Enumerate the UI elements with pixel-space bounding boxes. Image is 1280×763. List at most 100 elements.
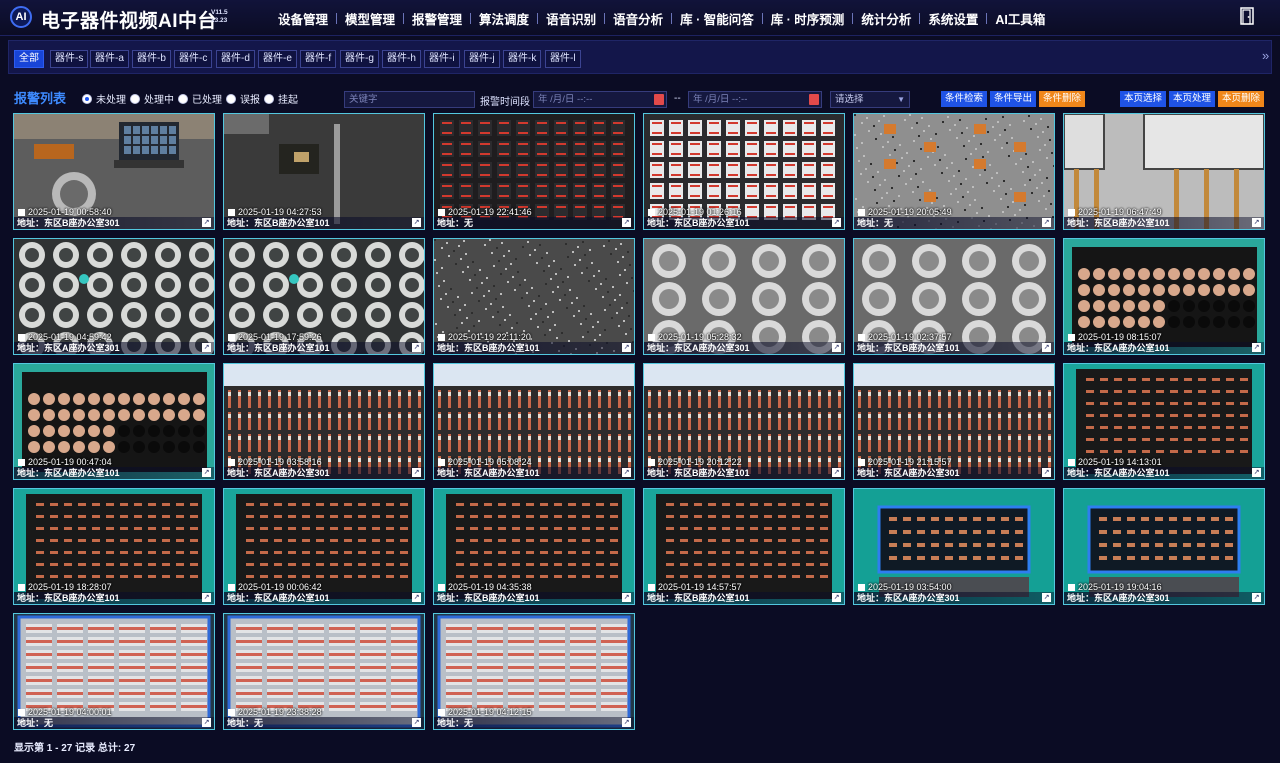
alarm-card[interactable]: 2025-01-19 04:35:38 地址：东区B座办公室101 ↗ [433,488,635,605]
alarm-card[interactable]: 2025-01-19 06:47:49 地址：东区B座办公室101 ↗ [1063,113,1265,230]
process-page-button[interactable]: 本页处理 [1169,91,1216,107]
expand-icon[interactable]: ↗ [202,343,211,352]
select-checkbox-icon[interactable] [228,708,235,716]
chip-device-d[interactable]: 器件-d [216,50,255,68]
select-checkbox-icon[interactable] [18,583,25,591]
alarm-card[interactable]: 2025-01-19 04:27:53 地址：东区B座办公室101 ↗ [223,113,425,230]
expand-icon[interactable]: ↗ [1252,218,1261,227]
select-checkbox-icon[interactable] [1068,458,1075,466]
alarm-card[interactable]: 2025-01-19 00:06:42 地址：东区A座办公室101 ↗ [223,488,425,605]
expand-icon[interactable]: ↗ [202,718,211,727]
select-checkbox-icon[interactable] [438,583,445,591]
nav-library-forecast[interactable]: 库 · 时序预测 [763,9,853,28]
expand-icon[interactable]: ↗ [832,343,841,352]
search-button[interactable]: 条件检索 [941,91,988,107]
select-checkbox-icon[interactable] [228,458,235,466]
alarm-card[interactable]: 2025-01-19 04:00:01 地址：无 ↗ [13,613,215,730]
chip-device-f[interactable]: 器件-f [300,50,337,68]
alarm-card[interactable]: 2025-01-19 14:57:57 地址：东区B座办公室101 ↗ [643,488,845,605]
select-checkbox-icon[interactable] [18,208,25,216]
nav-alarm-management[interactable]: 报警管理 [404,9,470,28]
chevron-double-right-icon[interactable]: » [1262,48,1269,63]
expand-icon[interactable]: ↗ [622,218,631,227]
expand-icon[interactable]: ↗ [1042,468,1051,477]
nav-system-settings[interactable]: 系统设置 [920,9,986,28]
nav-ai-toolbox[interactable]: AI工具箱 [987,9,1053,28]
expand-icon[interactable]: ↗ [1252,468,1261,477]
nav-library-qa[interactable]: 库 · 智能问答 [672,9,762,28]
alarm-card[interactable]: 2025-01-19 20:05:49 地址：无 ↗ [853,113,1055,230]
alarm-card[interactable]: 2025-01-19 22:11:20 地址：东区B座办公室101 ↗ [433,238,635,355]
status-radio-unhandled[interactable]: 未处理 [82,91,126,106]
select-checkbox-icon[interactable] [648,458,655,466]
nav-model-management[interactable]: 模型管理 [337,9,403,28]
select-checkbox-icon[interactable] [648,333,655,341]
select-checkbox-icon[interactable] [438,708,445,716]
select-checkbox-icon[interactable] [648,208,655,216]
expand-icon[interactable]: ↗ [1042,593,1051,602]
alarm-card[interactable]: 2025-01-19 18:28:07 地址：东区B座办公室101 ↗ [13,488,215,605]
chip-device-l[interactable]: 器件-l [545,50,581,68]
select-checkbox-icon[interactable] [18,333,25,341]
nav-device-management[interactable]: 设备管理 [270,9,336,28]
start-datetime-input[interactable]: 年 /月/日 --:-- [533,91,667,108]
export-button[interactable]: 条件导出 [990,91,1037,107]
select-checkbox-icon[interactable] [1068,583,1075,591]
select-checkbox-icon[interactable] [858,333,865,341]
status-radio-suspended[interactable]: 挂起 [264,91,298,106]
delete-by-condition-button[interactable]: 条件删除 [1039,91,1086,107]
alarm-card[interactable]: 2025-01-19 03:58:16 地址：东区A座办公室301 ↗ [223,363,425,480]
alarm-card[interactable]: 2025-01-19 04:12:15 地址：无 ↗ [433,613,635,730]
expand-icon[interactable]: ↗ [412,218,421,227]
alarm-card[interactable]: 2025-01-19 22:41:46 地址：无 ↗ [433,113,635,230]
alarm-card[interactable]: 2025-01-19 23:38:28 地址：无 ↗ [223,613,425,730]
expand-icon[interactable]: ↗ [1042,218,1051,227]
nav-speech-analysis[interactable]: 语音分析 [605,9,671,28]
status-radio-handled[interactable]: 已处理 [178,91,222,106]
chip-device-h[interactable]: 器件-h [382,50,421,68]
alarm-card[interactable]: 2025-01-19 20:12:22 地址：东区B座办公室101 ↗ [643,363,845,480]
expand-icon[interactable]: ↗ [622,718,631,727]
nav-statistics[interactable]: 统计分析 [853,9,919,28]
logout-door-icon[interactable] [1240,7,1254,25]
select-checkbox-icon[interactable] [858,208,865,216]
expand-icon[interactable]: ↗ [622,593,631,602]
expand-icon[interactable]: ↗ [202,218,211,227]
select-checkbox-icon[interactable] [438,458,445,466]
alarm-card[interactable]: 2025-01-19 05:28:32 地址：东区A座办公室301 ↗ [643,238,845,355]
alarm-card[interactable]: 2025-01-19 19:04:16 地址：东区A座办公室301 ↗ [1063,488,1265,605]
expand-icon[interactable]: ↗ [832,468,841,477]
chip-device-c[interactable]: 器件-c [174,50,213,68]
chip-device-b[interactable]: 器件-b [132,50,171,68]
alarm-card[interactable]: 2025-01-19 08:15:07 地址：东区A座办公室101 ↗ [1063,238,1265,355]
select-checkbox-icon[interactable] [438,333,445,341]
expand-icon[interactable]: ↗ [622,343,631,352]
expand-icon[interactable]: ↗ [412,718,421,727]
chip-device-k[interactable]: 器件-k [503,50,542,68]
select-checkbox-icon[interactable] [858,583,865,591]
alarm-card[interactable]: 2025-01-19 04:59:42 地址：东区A座办公室301 ↗ [13,238,215,355]
expand-icon[interactable]: ↗ [1042,343,1051,352]
alarm-card[interactable]: 2025-01-19 03:54:00 地址：东区A座办公室301 ↗ [853,488,1055,605]
select-checkbox-icon[interactable] [1068,208,1075,216]
chip-all[interactable]: 全部 [14,50,44,68]
select-checkbox-icon[interactable] [858,458,865,466]
alarm-card[interactable]: 2025-01-19 17:59:26 地址：东区B座办公室101 ↗ [223,238,425,355]
delete-page-button[interactable]: 本页删除 [1218,91,1265,107]
select-checkbox-icon[interactable] [1068,333,1075,341]
select-checkbox-icon[interactable] [438,208,445,216]
alarm-card[interactable]: 2025-01-19 21:15:57 地址：东区A座办公室301 ↗ [853,363,1055,480]
alarm-card[interactable]: 2025-01-19 05:08:24 地址：东区A座办公室101 ↗ [433,363,635,480]
expand-icon[interactable]: ↗ [202,593,211,602]
nav-algorithm-scheduling[interactable]: 算法调度 [471,9,537,28]
select-checkbox-icon[interactable] [18,708,25,716]
keyword-input[interactable]: 关键字 [344,91,475,108]
select-checkbox-icon[interactable] [18,458,25,466]
expand-icon[interactable]: ↗ [1252,343,1261,352]
select-checkbox-icon[interactable] [648,583,655,591]
chip-device-i[interactable]: 器件-i [424,50,460,68]
chip-device-g[interactable]: 器件-g [340,50,379,68]
alarm-card[interactable]: 2025-01-19 14:13:01 地址：东区A座办公室101 ↗ [1063,363,1265,480]
alarm-card[interactable]: 2025-01-19 00:47:04 地址：东区A座办公室101 ↗ [13,363,215,480]
select-checkbox-icon[interactable] [228,333,235,341]
